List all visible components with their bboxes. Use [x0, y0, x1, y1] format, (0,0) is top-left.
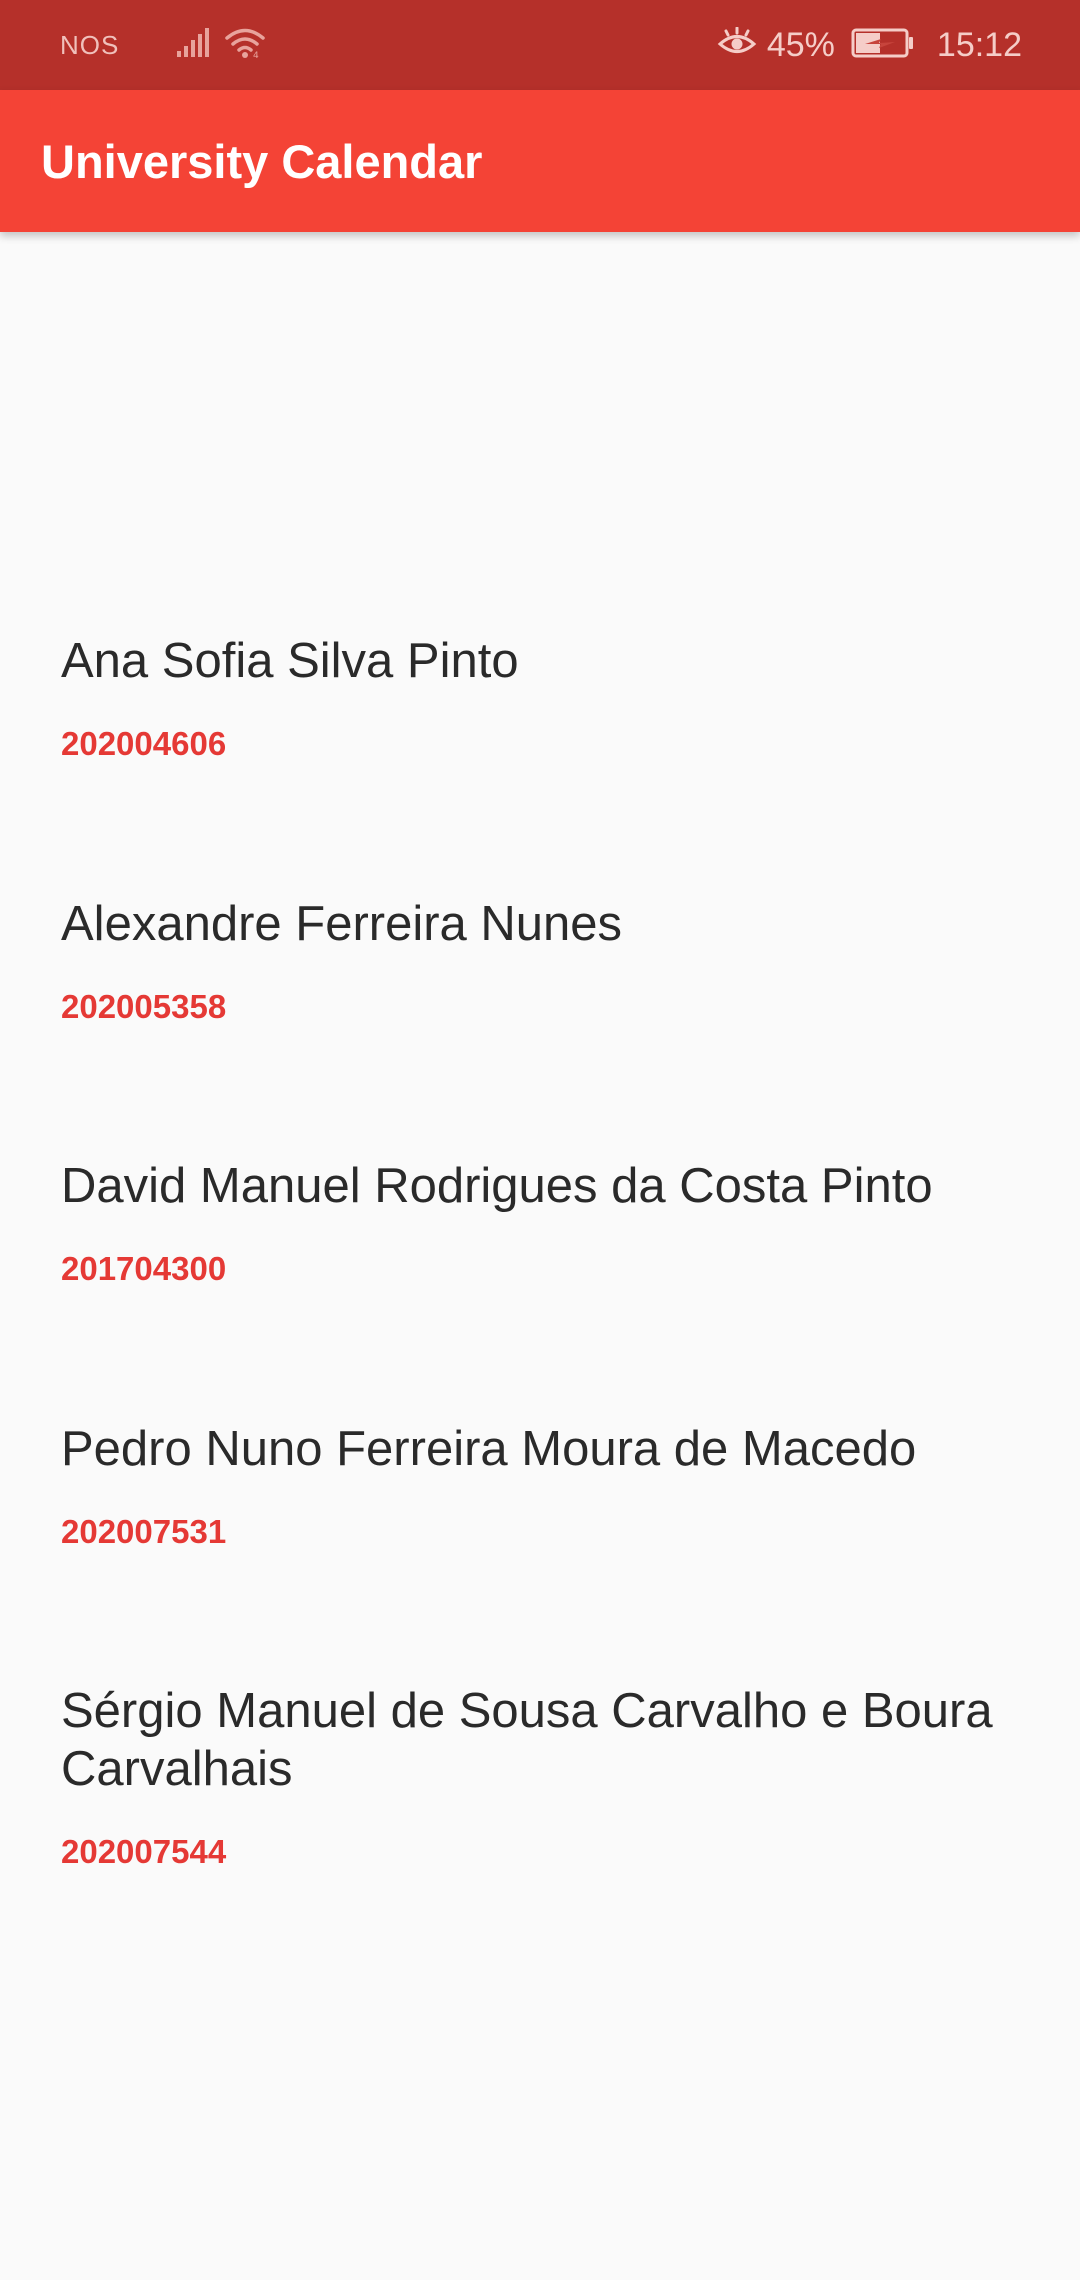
clock: 15:12	[936, 25, 1022, 64]
member-name: Pedro Nuno Ferreira Moura de Macedo	[61, 1422, 917, 1476]
page-title: University Calendar	[41, 135, 483, 188]
list-item: Sérgio Manuel de Sousa Carvalho e Boura …	[61, 1682, 1021, 1872]
member-name: Sérgio Manuel de Sousa Carvalho e Boura …	[61, 1684, 993, 1796]
carrier-label: NOS	[60, 29, 120, 60]
status-bar: NOS 4 45% 15:12	[0, 0, 1080, 90]
member-name: Alexandre Ferreira Nunes	[61, 897, 623, 951]
svg-text:4: 4	[253, 51, 259, 59]
member-id: 202007544	[61, 1833, 227, 1870]
member-name: David Manuel Rodrigues da Costa Pinto	[61, 1159, 933, 1213]
member-id: 202007531	[61, 1513, 227, 1550]
list-item: Alexandre Ferreira Nunes 202005358	[61, 895, 1021, 1027]
list-item: David Manuel Rodrigues da Costa Pinto 20…	[61, 1157, 1021, 1289]
wifi-icon: 4	[225, 27, 266, 64]
member-list: Ana Sofia Silva Pinto 202004606 Alexandr…	[0, 232, 1080, 2280]
member-name: Ana Sofia Silva Pinto	[61, 634, 519, 688]
member-id: 202004606	[61, 725, 227, 762]
status-right: 45% 15:12	[717, 0, 1022, 90]
status-left: NOS 4	[60, 0, 266, 90]
signal-icon	[175, 27, 211, 64]
battery-charging-icon	[851, 27, 915, 64]
list-item: Pedro Nuno Ferreira Moura de Macedo 2020…	[61, 1420, 1021, 1552]
battery-percent: 45%	[766, 25, 835, 64]
list-item: Ana Sofia Silva Pinto 202004606	[61, 632, 1021, 764]
member-id: 201704300	[61, 1250, 227, 1287]
member-id: 202005358	[61, 988, 227, 1025]
eye-comfort-icon	[717, 26, 757, 64]
app-bar: University Calendar	[0, 90, 1080, 232]
